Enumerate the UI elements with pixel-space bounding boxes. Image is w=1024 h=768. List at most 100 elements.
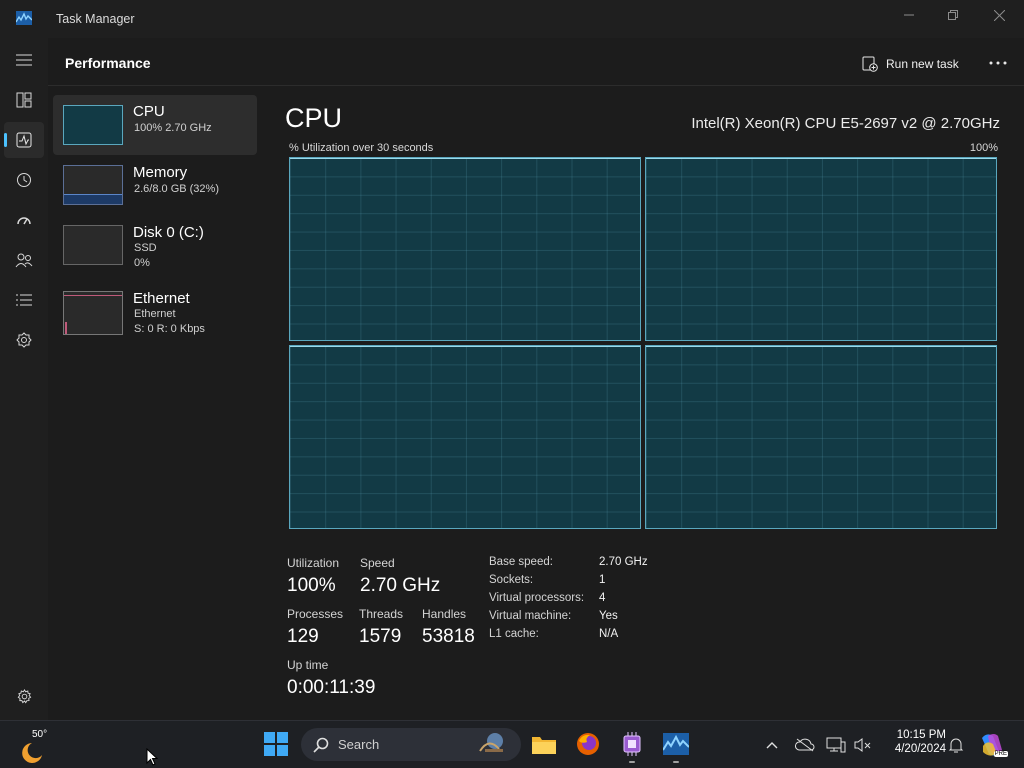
- search-highlight-icon: [479, 733, 503, 752]
- resource-cpu[interactable]: CPU 100% 2.70 GHz: [53, 95, 257, 155]
- run-new-task-button[interactable]: Run new task: [862, 54, 959, 74]
- taskbar-file-explorer[interactable]: [529, 729, 559, 759]
- task-manager-app-icon: [16, 11, 32, 25]
- close-icon: [993, 9, 1005, 21]
- speed-label: Speed: [360, 556, 395, 570]
- sockets-label: Sockets:: [489, 574, 534, 586]
- task-manager-icon: [663, 733, 689, 755]
- restore-button[interactable]: [930, 0, 976, 30]
- search-placeholder: Search: [338, 737, 380, 752]
- resource-memory[interactable]: Memory 2.6/8.0 GB (32%): [53, 157, 257, 215]
- settings-button[interactable]: [12, 686, 36, 706]
- taskbar-search-box[interactable]: Search: [301, 728, 521, 761]
- virtual-processors-label: Virtual processors:: [489, 592, 585, 604]
- base-speed-label: Base speed:: [489, 556, 553, 568]
- resource-name: CPU: [133, 103, 165, 120]
- weather-temperature: 50°: [32, 729, 48, 740]
- restore-icon: [948, 10, 958, 20]
- title-bar: Task Manager: [0, 0, 1024, 38]
- minimize-icon: [904, 14, 914, 16]
- weather-widget[interactable]: 50°: [18, 729, 78, 763]
- copilot-badge: PRE: [993, 751, 1008, 757]
- more-options-button[interactable]: [984, 52, 1012, 74]
- handles-value: 53818: [422, 626, 475, 647]
- disk-thumbnail-graph: [63, 225, 123, 265]
- utilization-value: 100%: [287, 575, 336, 596]
- running-indicator: [673, 761, 679, 763]
- resource-name: Ethernet: [133, 290, 190, 307]
- network-tray-icon[interactable]: [825, 734, 847, 756]
- core-graph-1[interactable]: [289, 157, 641, 341]
- page-title: Performance: [65, 55, 151, 71]
- cpu-model-name: Intel(R) Xeon(R) CPU E5-2697 v2 @ 2.70GH…: [691, 115, 1000, 132]
- start-button[interactable]: [261, 729, 291, 759]
- resource-detail: 0%: [134, 257, 150, 269]
- close-button[interactable]: [976, 0, 1022, 30]
- core-graph-3[interactable]: [289, 345, 641, 529]
- search-icon: [313, 737, 329, 753]
- list-icon: [16, 294, 32, 306]
- processor-icon: [623, 732, 641, 756]
- window-title: Task Manager: [56, 12, 135, 26]
- hamburger-menu-button[interactable]: [4, 42, 44, 78]
- resource-type: SSD: [134, 242, 157, 254]
- core-graph-4[interactable]: [645, 345, 997, 529]
- speed-value: 2.70 GHz: [360, 575, 441, 596]
- taskbar-task-manager[interactable]: [661, 729, 691, 763]
- resource-disk[interactable]: Disk 0 (C:) SSD 0%: [53, 217, 257, 275]
- speaker-muted-icon: [854, 738, 871, 752]
- speedometer-icon: [17, 217, 31, 225]
- taskbar-clock[interactable]: 10:15 PM 4/20/2024: [880, 729, 946, 755]
- threads-value: 1579: [359, 626, 402, 647]
- clock-time: 10:15 PM: [896, 729, 946, 741]
- moon-icon: [22, 743, 42, 763]
- resource-detail: 2.6/8.0 GB (32%): [134, 183, 219, 195]
- clock-date: 4/20/2024: [894, 743, 946, 755]
- ethernet-thumbnail-graph: [63, 291, 123, 335]
- notifications-button[interactable]: [945, 734, 967, 756]
- run-task-icon: [862, 56, 878, 72]
- taskbar-chip-app[interactable]: [617, 729, 647, 763]
- nav-startup-apps[interactable]: [4, 202, 44, 238]
- cpu-heading: CPU: [285, 103, 343, 133]
- nav-users[interactable]: [4, 242, 44, 278]
- threads-label: Threads: [359, 607, 404, 621]
- l1-cache-label: L1 cache:: [489, 628, 539, 640]
- l1-cache-value: N/A: [599, 628, 619, 640]
- show-hidden-icons-button[interactable]: [761, 734, 783, 756]
- taskbar-firefox[interactable]: [573, 729, 603, 759]
- resource-name: Memory: [133, 164, 188, 181]
- mouse-cursor-icon: [146, 748, 158, 766]
- sockets-value: 1: [599, 574, 606, 586]
- minimize-button[interactable]: [886, 0, 932, 30]
- uptime-value: 0:00:11:39: [287, 677, 376, 698]
- nav-services[interactable]: [4, 322, 44, 358]
- nav-performance[interactable]: [4, 122, 44, 158]
- bell-icon: [948, 738, 964, 753]
- run-new-task-label: Run new task: [886, 57, 959, 71]
- processes-value: 129: [287, 626, 319, 647]
- graph-caption: % Utilization over 30 seconds: [289, 142, 434, 154]
- nav-app-history[interactable]: [4, 162, 44, 198]
- resource-name: Disk 0 (C:): [133, 224, 204, 241]
- utilization-label: Utilization: [287, 556, 340, 570]
- resource-list: CPU 100% 2.70 GHz Memory 2.6/8.0 GB (32%…: [48, 87, 264, 720]
- volume-tray-icon[interactable]: [852, 734, 874, 756]
- processes-icon: [16, 92, 32, 108]
- processes-label: Processes: [287, 607, 344, 621]
- core-graph-2[interactable]: [645, 157, 997, 341]
- base-speed-value: 2.70 GHz: [599, 556, 648, 568]
- resource-ethernet[interactable]: Ethernet Ethernet S: 0 R: 0 Kbps: [53, 283, 257, 341]
- onedrive-tray-icon[interactable]: [794, 734, 816, 756]
- virtual-machine-label: Virtual machine:: [489, 610, 572, 622]
- virtual-processors-value: 4: [599, 592, 606, 604]
- navigation-rail: [0, 38, 48, 720]
- nav-details[interactable]: [4, 282, 44, 318]
- services-icon: [16, 332, 32, 348]
- resource-type: Ethernet: [134, 308, 176, 320]
- running-indicator: [629, 761, 635, 763]
- nav-processes[interactable]: [4, 82, 44, 118]
- graph-max-label: 100%: [969, 142, 998, 154]
- folder-icon: [532, 737, 556, 754]
- copilot-button[interactable]: PRE: [978, 731, 1008, 759]
